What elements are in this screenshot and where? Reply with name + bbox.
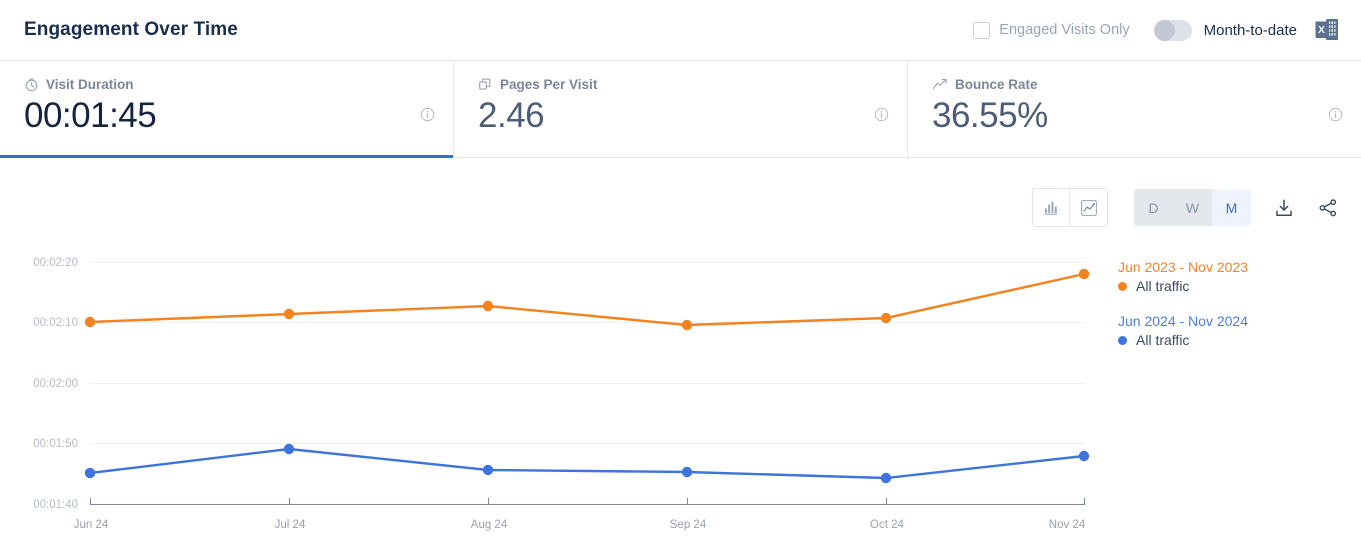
data-point[interactable] xyxy=(482,300,494,312)
legend-range-label: Jun 2024 - Nov 2024 xyxy=(1118,313,1248,329)
metric-value: 36.55% xyxy=(932,96,1048,135)
metric-card-pages-per-visit[interactable]: Pages Per Visit 2.46 xyxy=(454,61,908,157)
engaged-visits-only-checkbox[interactable]: Engaged Visits Only xyxy=(973,21,1130,39)
metric-label: Visit Duration xyxy=(46,77,134,92)
metric-value: 00:01:45 xyxy=(24,96,157,135)
panel-header: Engagement Over Time Engaged Visits Only… xyxy=(0,0,1361,61)
metric-card-header: Bounce Rate xyxy=(932,77,1341,92)
series-line-2024 xyxy=(88,447,1086,480)
checkbox-box-icon[interactable] xyxy=(973,21,991,39)
data-point[interactable] xyxy=(681,319,693,331)
svg-text:X: X xyxy=(1318,25,1325,36)
toggle-track[interactable] xyxy=(1153,19,1192,41)
info-icon[interactable] xyxy=(420,107,435,122)
excel-export-icon[interactable]: X xyxy=(1315,17,1339,43)
x-axis-tick-label: Oct 24 xyxy=(870,519,904,531)
metric-card-header: Pages Per Visit xyxy=(478,77,887,92)
legend-dot-icon xyxy=(1118,335,1127,345)
month-to-date-toggle[interactable]: Month-to-date xyxy=(1153,19,1297,41)
x-axis-tick-label: Aug 24 xyxy=(470,519,508,531)
clock-icon xyxy=(25,78,38,92)
data-point[interactable] xyxy=(880,472,892,484)
x-axis-tick-label: Nov 24 xyxy=(1048,519,1086,531)
x-axis-tick-label: Jun 24 xyxy=(73,519,109,531)
header-controls: Engaged Visits Only Month-to-date X xyxy=(973,17,1339,43)
data-point[interactable] xyxy=(880,312,892,324)
series-line-2023 xyxy=(88,272,1086,327)
data-point[interactable] xyxy=(84,316,96,328)
toggle-knob[interactable] xyxy=(1153,19,1175,41)
engaged-visits-only-label: Engaged Visits Only xyxy=(999,22,1130,38)
chart-area: D W M 00:02:20 00:02:10 00:02:00 00:01:5… xyxy=(0,158,1361,559)
metric-card-visit-duration[interactable]: Visit Duration 00:01:45 xyxy=(0,61,454,158)
info-icon[interactable] xyxy=(874,107,889,122)
metric-card-bounce-rate[interactable]: Bounce Rate 36.55% xyxy=(908,61,1361,157)
legend-range-label: Jun 2023 - Nov 2023 xyxy=(1118,259,1248,275)
metric-cards: Visit Duration 00:01:45 Pages Per Visit … xyxy=(0,61,1361,158)
legend-group-2024: Jun 2024 - Nov 2024 All traffic xyxy=(1118,313,1248,348)
legend-group-2023: Jun 2023 - Nov 2023 All traffic xyxy=(1118,259,1248,294)
data-point[interactable] xyxy=(1078,268,1090,280)
metric-label: Pages Per Visit xyxy=(500,77,598,92)
x-axis xyxy=(90,498,1085,505)
data-point[interactable] xyxy=(283,443,295,455)
pages-icon xyxy=(479,78,491,90)
data-point[interactable] xyxy=(1078,450,1090,462)
series-points-2024 xyxy=(84,443,1090,484)
line-chart-plot: 00:02:20 00:02:10 00:02:00 00:01:50 00:0… xyxy=(0,158,1361,559)
x-axis-tick-label: Sep 24 xyxy=(669,519,707,531)
data-point[interactable] xyxy=(681,466,693,478)
data-point[interactable] xyxy=(482,464,494,476)
trend-icon xyxy=(932,79,947,90)
metric-label: Bounce Rate xyxy=(955,77,1038,92)
metric-value: 2.46 xyxy=(478,96,545,135)
data-point[interactable] xyxy=(84,467,96,479)
series-points-2023 xyxy=(84,268,1090,331)
excel-export-button[interactable]: X xyxy=(1315,17,1339,43)
data-point[interactable] xyxy=(283,308,295,320)
metric-card-header: Visit Duration xyxy=(24,77,433,92)
legend-series-label: All traffic xyxy=(1136,332,1190,348)
page-title: Engagement Over Time xyxy=(24,19,238,40)
x-axis-tick-label: Jul 24 xyxy=(274,519,306,531)
info-icon[interactable] xyxy=(1328,107,1343,122)
chart-legend: Jun 2023 - Nov 2023 All traffic Jun 2024… xyxy=(1118,259,1248,367)
legend-item-2024[interactable]: All traffic xyxy=(1118,332,1248,348)
grid-lines xyxy=(90,262,1085,444)
month-to-date-label: Month-to-date xyxy=(1203,21,1297,39)
legend-dot-icon xyxy=(1118,281,1127,291)
legend-series-label: All traffic xyxy=(1136,278,1190,294)
legend-item-2023[interactable]: All traffic xyxy=(1118,278,1248,294)
